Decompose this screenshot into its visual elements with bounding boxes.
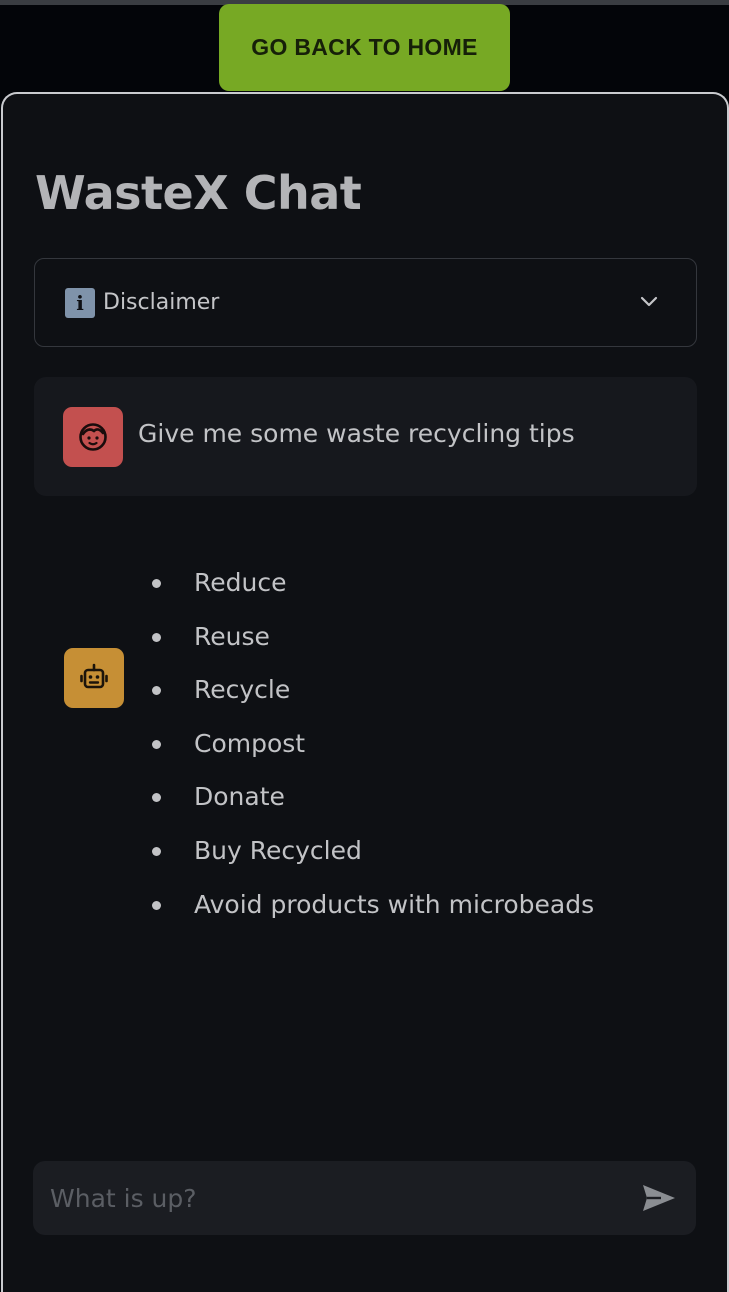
list-item: Reuse bbox=[149, 617, 594, 671]
user-message-text: Give me some waste recycling tips bbox=[138, 419, 575, 448]
list-item: Avoid products with microbeads bbox=[149, 885, 594, 939]
info-icon: i bbox=[65, 287, 95, 318]
list-item: Reduce bbox=[149, 563, 594, 617]
disclaimer-label: Disclaimer bbox=[103, 290, 220, 315]
send-icon bbox=[643, 1185, 675, 1211]
assistant-avatar bbox=[64, 648, 124, 708]
user-message: Give me some waste recycling tips bbox=[34, 377, 697, 496]
face-icon bbox=[79, 423, 107, 451]
chat-input-bar bbox=[33, 1161, 696, 1235]
list-item: Compost bbox=[149, 724, 594, 778]
chevron-down-icon[interactable] bbox=[640, 293, 658, 311]
send-button[interactable] bbox=[640, 1181, 678, 1215]
robot-icon bbox=[80, 663, 108, 689]
page-title: WasteX Chat bbox=[35, 166, 362, 220]
chat-input[interactable] bbox=[33, 1161, 623, 1235]
list-item: Donate bbox=[149, 777, 594, 831]
list-item: Buy Recycled bbox=[149, 831, 594, 885]
chat-panel: WasteX Chat i Disclaimer Give me some wa… bbox=[1, 92, 729, 1292]
disclaimer-expander[interactable]: i Disclaimer bbox=[34, 258, 697, 347]
list-item: Recycle bbox=[149, 670, 594, 724]
go-back-home-button[interactable]: GO BACK TO HOME bbox=[219, 4, 510, 91]
user-avatar bbox=[63, 407, 123, 467]
assistant-message-list: Reduce Reuse Recycle Compost Donate Buy … bbox=[149, 563, 594, 938]
